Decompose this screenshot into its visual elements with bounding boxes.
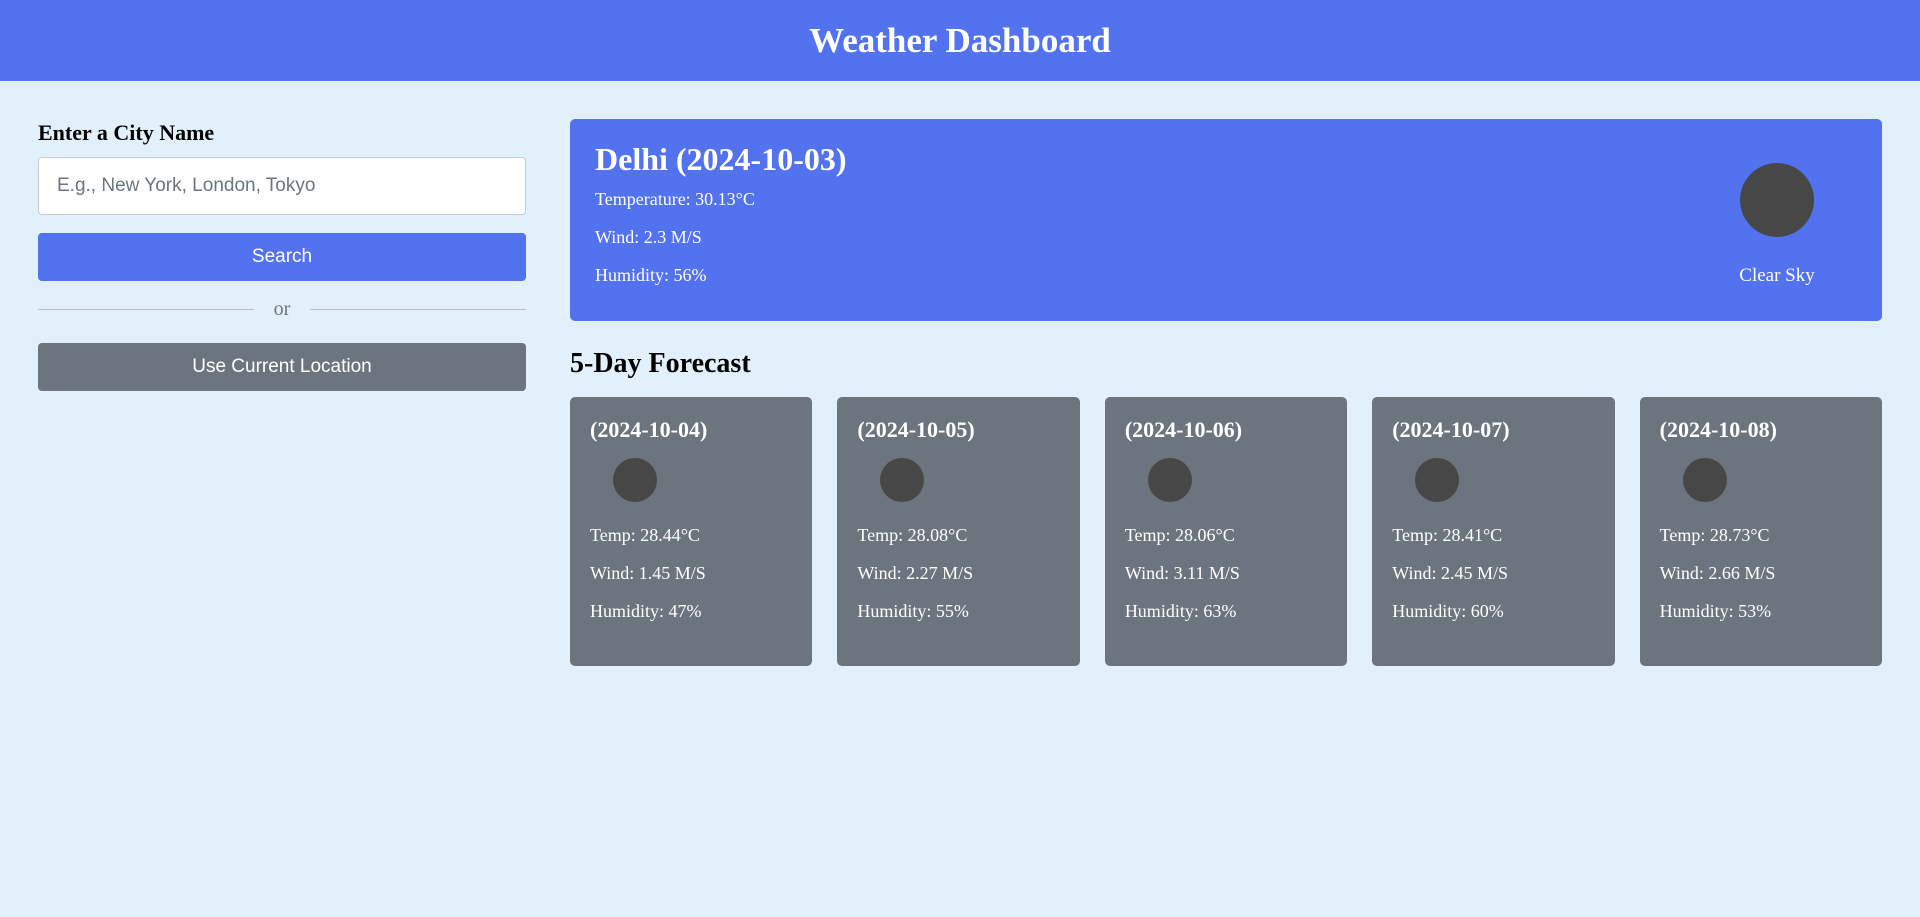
forecast-humidity: Humidity: 53% xyxy=(1659,601,1772,621)
weather-icon xyxy=(1415,458,1460,502)
forecast-temp: Temp: 28.44°C xyxy=(590,525,700,545)
forecast-date: (2024-10-08) xyxy=(1659,417,1777,442)
separator-line-left xyxy=(38,308,254,310)
forecast-humidity: Humidity: 47% xyxy=(590,601,702,621)
forecast-cards: (2024-10-04) Temp: 28.44°C Wind: 1.45 M/… xyxy=(570,397,1883,666)
city-input-heading: Enter a City Name xyxy=(38,120,215,145)
current-temperature: Temperature: 30.13°C xyxy=(595,189,755,209)
or-separator: or xyxy=(38,295,527,323)
weather-main: Delhi (2024-10-03) Temperature: 30.13°C … xyxy=(570,119,1883,666)
search-sidebar: Enter a City Name Search or Use Current … xyxy=(38,119,527,666)
forecast-date: (2024-10-06) xyxy=(1124,417,1243,442)
city-search-input[interactable] xyxy=(38,157,526,215)
current-weather-card: Delhi (2024-10-03) Temperature: 30.13°C … xyxy=(570,119,1882,321)
forecast-temp: Temp: 28.06°C xyxy=(1124,525,1235,545)
forecast-temp: Temp: 28.73°C xyxy=(1659,525,1770,545)
separator-text: or xyxy=(273,297,291,320)
forecast-card: (2024-10-05) Temp: 28.08°C Wind: 2.27 M/… xyxy=(837,397,1080,666)
forecast-wind: Wind: 2.45 M/S xyxy=(1392,563,1509,583)
forecast-title: 5-Day Forecast xyxy=(570,348,751,379)
current-humidity: Humidity: 56% xyxy=(595,265,707,285)
weather-icon xyxy=(880,458,925,502)
page-header: Weather Dashboard xyxy=(0,0,1920,81)
current-weather-details: Delhi (2024-10-03) Temperature: 30.13°C … xyxy=(595,141,847,299)
search-button[interactable]: Search xyxy=(38,233,526,281)
forecast-wind: Wind: 2.27 M/S xyxy=(857,563,974,583)
use-current-location-button[interactable]: Use Current Location xyxy=(38,343,526,391)
separator-line-right xyxy=(310,308,527,310)
weather-icon xyxy=(1147,458,1192,502)
forecast-card: (2024-10-06) Temp: 28.06°C Wind: 3.11 M/… xyxy=(1104,397,1348,666)
current-city-title: Delhi (2024-10-03) xyxy=(595,141,847,177)
weather-icon xyxy=(1682,458,1727,502)
forecast-temp: Temp: 28.08°C xyxy=(857,525,968,545)
forecast-card: (2024-10-08) Temp: 28.73°C Wind: 2.66 M/… xyxy=(1639,397,1883,666)
forecast-wind: Wind: 2.66 M/S xyxy=(1659,563,1776,583)
weather-description: Clear Sky xyxy=(1739,265,1815,286)
forecast-wind: Wind: 3.11 M/S xyxy=(1124,563,1240,583)
page-title: Weather Dashboard xyxy=(809,20,1111,60)
forecast-temp: Temp: 28.41°C xyxy=(1392,525,1503,545)
forecast-humidity: Humidity: 63% xyxy=(1124,601,1237,621)
weather-icon xyxy=(613,458,657,502)
weather-icon xyxy=(1740,163,1814,237)
forecast-date: (2024-10-05) xyxy=(857,417,975,442)
forecast-wind: Wind: 1.45 M/S xyxy=(590,563,706,583)
forecast-date: (2024-10-04) xyxy=(590,417,708,442)
forecast-date: (2024-10-07) xyxy=(1392,417,1510,442)
current-weather-icon-block: Clear Sky xyxy=(1697,141,1857,299)
current-wind: Wind: 2.3 M/S xyxy=(595,227,702,247)
forecast-card: (2024-10-04) Temp: 28.44°C Wind: 1.45 M/… xyxy=(570,397,813,666)
forecast-card: (2024-10-07) Temp: 28.41°C Wind: 2.45 M/… xyxy=(1372,397,1615,666)
dashboard-container: Enter a City Name Search or Use Current … xyxy=(0,81,1920,666)
forecast-humidity: Humidity: 55% xyxy=(857,601,969,621)
forecast-humidity: Humidity: 60% xyxy=(1392,601,1504,621)
